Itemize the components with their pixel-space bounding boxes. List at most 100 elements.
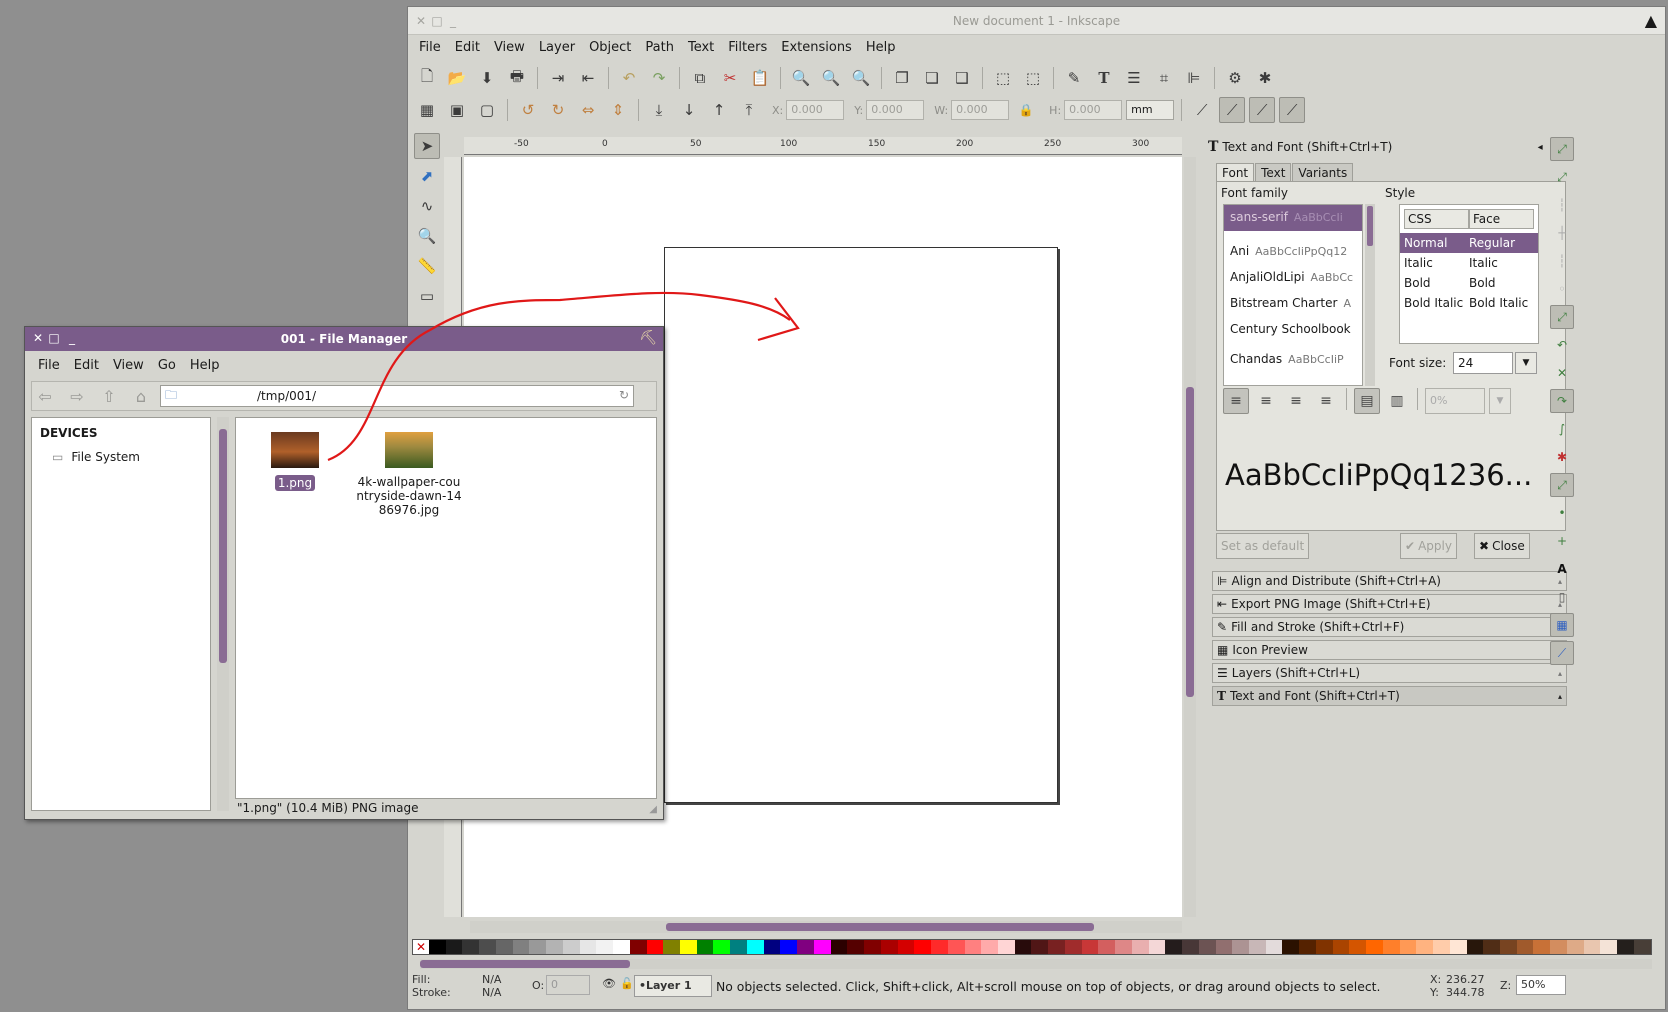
snap-bbox-edge-icon[interactable]: ┆: [1550, 193, 1574, 217]
color-swatch[interactable]: [1617, 940, 1634, 954]
menu-filters[interactable]: Filters: [721, 37, 774, 59]
text-font-icon[interactable]: T: [1091, 65, 1117, 91]
color-swatch[interactable]: [713, 940, 731, 954]
menu-view[interactable]: View: [106, 355, 151, 376]
align-justify-icon[interactable]: ≡: [1313, 388, 1339, 414]
fill-indicator[interactable]: N/A: [482, 973, 501, 986]
node-tool-icon[interactable]: ⬈: [414, 163, 440, 189]
lower-icon[interactable]: ↓: [676, 97, 702, 123]
ungroup-icon[interactable]: ⬚: [1020, 65, 1046, 91]
snap-enable-icon[interactable]: ⤢: [1550, 137, 1574, 161]
select-all-icon[interactable]: ▦: [414, 97, 440, 123]
unlink-clone-icon[interactable]: ❑: [949, 65, 975, 91]
color-swatch[interactable]: [763, 940, 781, 954]
color-swatch[interactable]: [1182, 940, 1199, 954]
apply-button[interactable]: ✔ Apply: [1400, 533, 1457, 559]
menu-file[interactable]: File: [31, 355, 67, 376]
color-swatch[interactable]: [847, 940, 865, 954]
snap-midpoint-icon[interactable]: ✱: [1550, 445, 1574, 469]
home-icon[interactable]: ⌂: [128, 384, 154, 408]
color-swatch[interactable]: [931, 940, 948, 954]
paste-icon[interactable]: 📋: [747, 65, 773, 91]
color-swatch[interactable]: [663, 940, 681, 954]
list-item[interactable]: Century Schoolbook: [1224, 317, 1362, 343]
snap-smooth-icon[interactable]: ∫: [1550, 417, 1574, 441]
move-patterns-icon[interactable]: ⟋: [1279, 97, 1306, 123]
list-item[interactable]: Bold Italic Bold Italic: [1400, 293, 1538, 313]
color-swatch[interactable]: [529, 940, 547, 954]
redo-icon[interactable]: ↷: [646, 65, 672, 91]
file-view[interactable]: 1.png 4k-wallpaper-countryside-dawn-1486…: [235, 417, 657, 799]
list-item[interactable]: sans-serif AaBbCcIi: [1224, 205, 1362, 231]
css-column-header[interactable]: CSS: [1404, 209, 1469, 229]
menu-edit[interactable]: Edit: [448, 37, 487, 59]
color-swatch[interactable]: [947, 940, 965, 954]
snap-rotation-center-icon[interactable]: +: [1550, 529, 1574, 553]
color-swatch[interactable]: [981, 940, 998, 954]
color-swatch[interactable]: [1031, 940, 1049, 954]
preferences-icon[interactable]: ✱: [1252, 65, 1278, 91]
set-as-default-button[interactable]: Set as default: [1216, 533, 1310, 559]
snap-bbox-corner-icon[interactable]: ┼: [1550, 221, 1574, 245]
flip-vertical-icon[interactable]: ⇕: [605, 97, 631, 123]
font-family-list[interactable]: sans-serif AaBbCcIi Ani AaBbCcIiPpQq12 Anj…: [1223, 204, 1363, 386]
horizontal-text-icon[interactable]: ▤: [1354, 388, 1380, 414]
opacity-input[interactable]: 0: [546, 975, 590, 995]
color-swatch[interactable]: [1633, 940, 1651, 954]
list-item[interactable]: Bold Bold: [1400, 273, 1538, 293]
back-icon[interactable]: ⇦: [32, 384, 58, 408]
menu-extensions[interactable]: Extensions: [774, 37, 859, 59]
tab-font[interactable]: Font: [1216, 163, 1255, 182]
color-swatch[interactable]: [780, 940, 798, 954]
device-filesystem[interactable]: ▭ File System: [32, 440, 210, 464]
y-input[interactable]: 0.000: [866, 100, 925, 120]
color-swatch[interactable]: [429, 940, 446, 954]
color-swatch[interactable]: [1098, 940, 1116, 954]
layer-lock-icon[interactable]: 🔓: [620, 977, 634, 990]
inkscape-titlebar[interactable]: ✕ □ _ New document 1 - Inkscape ▲: [408, 7, 1665, 35]
scale-corners-icon[interactable]: ⟋: [1219, 97, 1246, 123]
file-item[interactable]: 4k-wallpaper-countryside-dawn-1486976.jp…: [354, 432, 464, 517]
unit-select[interactable]: mm: [1126, 100, 1175, 120]
resize-grip-icon[interactable]: ◢: [649, 804, 657, 815]
color-swatch[interactable]: [462, 940, 480, 954]
font-size-dropdown-icon[interactable]: ▼: [1515, 352, 1537, 374]
select-all-layers-icon[interactable]: ▣: [444, 97, 470, 123]
menu-file[interactable]: File: [412, 37, 448, 59]
export-icon[interactable]: ⇤: [575, 65, 601, 91]
color-swatch[interactable]: [1115, 940, 1132, 954]
flip-horizontal-icon[interactable]: ⇔: [575, 97, 601, 123]
font-size-input[interactable]: 24: [1453, 352, 1513, 374]
zoom-input[interactable]: 50%: [1516, 975, 1566, 995]
lock-icon[interactable]: 🔒: [1013, 97, 1039, 123]
close-button[interactable]: ✖ Close: [1474, 533, 1530, 559]
color-swatch[interactable]: [629, 940, 647, 954]
file-manager-titlebar[interactable]: ✕ □ _ 001 - File Manager ⛏: [25, 327, 663, 351]
color-swatch[interactable]: [1064, 940, 1082, 954]
snap-guides-icon[interactable]: ⟋: [1550, 641, 1574, 665]
color-swatch[interactable]: [797, 940, 814, 954]
snap-intersection-icon[interactable]: ✕: [1550, 361, 1574, 385]
snap-grids-icon[interactable]: ▦: [1550, 613, 1574, 637]
group-icon[interactable]: ⬚: [990, 65, 1016, 91]
cut-icon[interactable]: ✂: [717, 65, 743, 91]
no-paint-swatch[interactable]: ✕: [413, 940, 429, 954]
dock-iconify-icon[interactable]: ◂: [1538, 142, 1543, 153]
color-swatch[interactable]: [646, 940, 664, 954]
dock-item-text-font[interactable]: T Text and Font (Shift+Ctrl+T) ▴: [1212, 686, 1567, 706]
rotate-cw-icon[interactable]: ↻: [545, 97, 571, 123]
vertical-text-icon[interactable]: ▥: [1384, 388, 1410, 414]
zoom-page-icon[interactable]: 🔍: [848, 65, 874, 91]
tab-text[interactable]: Text: [1255, 163, 1292, 182]
dock-item-layers[interactable]: ☰ Layers (Shift+Ctrl+L) ▴: [1212, 663, 1567, 683]
side-pane-scrollbar[interactable]: [217, 417, 229, 811]
color-swatch[interactable]: [997, 940, 1015, 954]
undo-icon[interactable]: ↶: [616, 65, 642, 91]
height-input[interactable]: 0.000: [1064, 100, 1123, 120]
color-swatch[interactable]: [1165, 940, 1183, 954]
eye-icon[interactable]: 👁: [602, 977, 616, 990]
move-gradients-icon[interactable]: ⟋: [1249, 97, 1276, 123]
layers-icon[interactable]: ☰: [1121, 65, 1147, 91]
align-left-icon[interactable]: ≡: [1223, 388, 1249, 414]
color-swatch[interactable]: [1148, 940, 1166, 954]
